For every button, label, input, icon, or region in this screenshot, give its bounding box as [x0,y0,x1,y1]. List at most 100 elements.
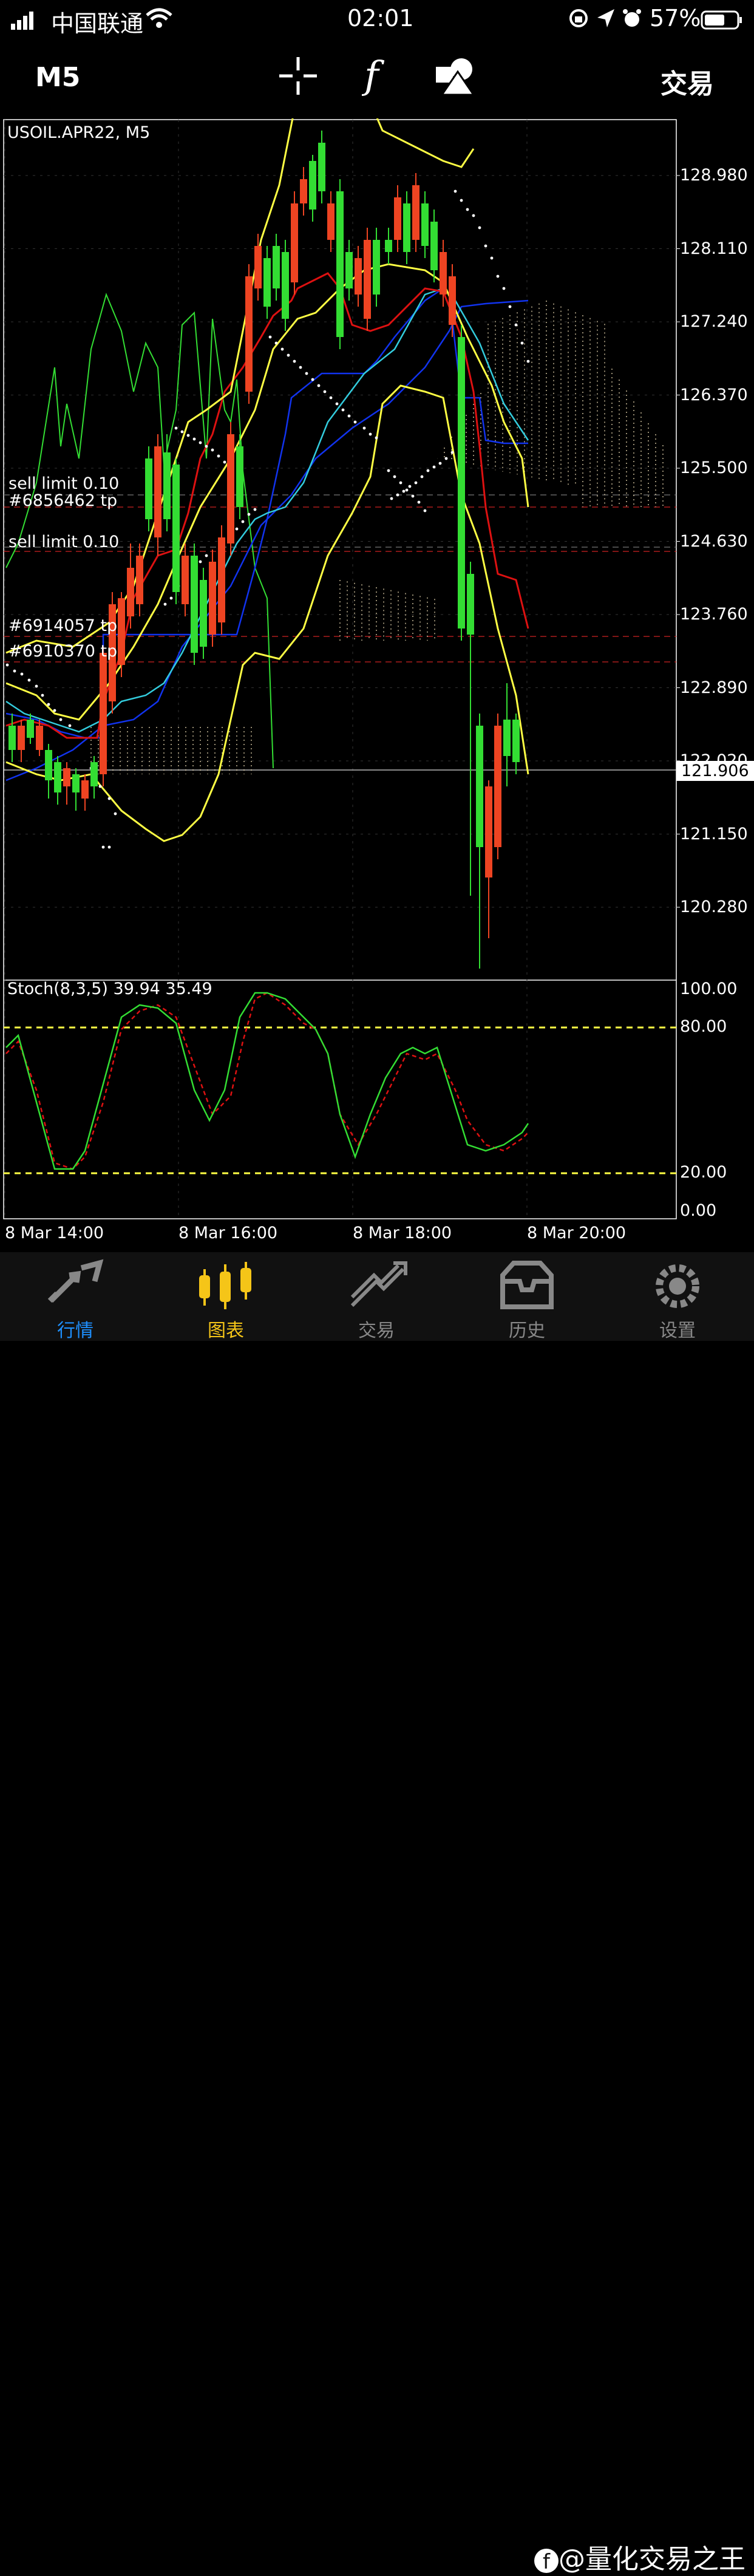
price-tick-label: 123.760 [680,605,748,624]
parabolic-sar-dot [514,323,518,327]
parabolic-sar-dot [417,500,421,504]
tab-quotes[interactable]: 行情 [0,1252,151,1341]
parabolic-sar-dot [211,448,214,452]
parabolic-sar-dot [169,596,173,600]
candle-body [485,786,492,877]
candle-body [100,653,107,774]
clock-time: 02:01 [347,5,414,32]
parabolic-sar-dot [47,703,50,706]
stoch-signal-line [5,992,529,1170]
parabolic-sar-dot [329,396,333,400]
candle-body [209,562,216,635]
parabolic-sar-dot [35,684,38,688]
candle-body [136,556,143,604]
candle-body [345,252,353,288]
candle-body [263,258,271,307]
parabolic-sar-dot [408,485,412,488]
candle-body [81,780,89,799]
tab-chart[interactable]: 图表 [151,1252,301,1341]
parabolic-sar-dot [305,372,308,375]
parabolic-sar-dot [411,494,415,498]
parabolic-sar-dot [369,432,372,436]
parabolic-sar-dot [217,454,220,458]
bollinger-line [376,118,475,168]
price-tick-label: 127.240 [680,312,748,331]
candle-body [355,258,362,295]
candle-body [494,726,501,847]
parabolic-sar-dot [205,445,208,448]
objects-icon[interactable] [435,56,475,98]
candle-body [430,222,438,270]
trade-button[interactable]: 交易 [661,62,714,101]
parabolic-sar-dot [444,457,448,460]
candle-body [467,574,474,635]
parabolic-sar-dot [280,347,284,351]
candle-body [127,568,134,616]
parabolic-sar-dot [293,359,296,363]
candle-body [63,768,70,786]
crosshair-icon[interactable] [278,56,318,98]
stoch-tick-label: 20.00 [680,1163,727,1182]
candle-body [172,465,180,592]
parabolic-sar-dot [107,845,111,849]
tab-settings[interactable]: 设置 [602,1252,753,1341]
tab-trade[interactable]: 交易 [301,1252,452,1341]
alarm-icon [622,7,642,34]
function-icon[interactable]: ƒ [357,53,392,101]
quotes-icon [39,1257,112,1312]
candle-body [300,179,307,203]
time-tick-label: 8 Mar 16:00 [178,1224,278,1242]
trade-icon [340,1257,413,1312]
parabolic-sar-dot [362,426,366,430]
candle-body [282,252,289,319]
candle-body [512,720,520,762]
parabolic-sar-dot [241,520,245,523]
candle-body [182,556,189,604]
parabolic-sar-dot [68,724,72,727]
parabolic-sar-dot [180,430,184,434]
watermark: f @量化交易之王 [534,2537,746,2576]
candle-body [245,276,253,392]
order-label: sell limit 0.10 [8,533,120,551]
parabolic-sar-dot [253,508,257,511]
facebook-icon: f [534,2549,559,2574]
candle-body [440,252,447,295]
location-icon [596,7,616,34]
price-chart[interactable] [0,118,754,1248]
parabolic-sar-dot [53,709,56,712]
candle-body [254,246,262,288]
tab-bar: 行情 图表 交易 历史 设置 f @量化交易之王 [0,1252,754,2575]
candle-body [18,726,25,750]
timeframe-button[interactable]: M5 [35,62,80,93]
current-price-tag: 121.906 [676,761,754,781]
chart-area[interactable]: USOIL.APR22, M5 sell limit 0.10 #6856462… [0,118,754,1248]
order-label: #6914057 tp [8,616,118,635]
parabolic-sar-dot [484,244,487,248]
candle-body [8,726,16,750]
parabolic-sar-dot [107,797,111,800]
status-bar: 中国联通 02:01 57% [0,0,754,38]
parabolic-sar-dot [508,305,512,308]
parabolic-sar-dot [402,489,406,493]
parabolic-sar-dot [490,256,494,260]
parabolic-sar-dot [186,434,190,437]
time-tick-label: 8 Mar 18:00 [353,1224,452,1242]
parabolic-sar-dot [450,451,454,454]
parabolic-sar-dot [414,481,418,485]
signal-icon [11,9,35,35]
parabolic-sar-dot [13,669,16,673]
price-tick-label: 120.280 [680,898,748,916]
candle-body [154,446,161,537]
chart-toolbar: M5 ƒ 交易 [0,38,754,117]
parabolic-sar-dot [192,437,196,441]
candle-body [318,143,325,191]
symbol-label: USOIL.APR22, M5 [7,123,151,142]
price-tick-label: 128.980 [680,166,748,185]
moving-average-line [5,287,529,733]
tab-label: 图表 [208,1320,244,1341]
price-tick-label: 121.150 [680,824,748,843]
parabolic-sar-dot [478,226,481,230]
watermark-text: @量化交易之王 [559,2544,746,2575]
tab-history[interactable]: 历史 [452,1252,602,1341]
parabolic-sar-dot [101,845,105,849]
